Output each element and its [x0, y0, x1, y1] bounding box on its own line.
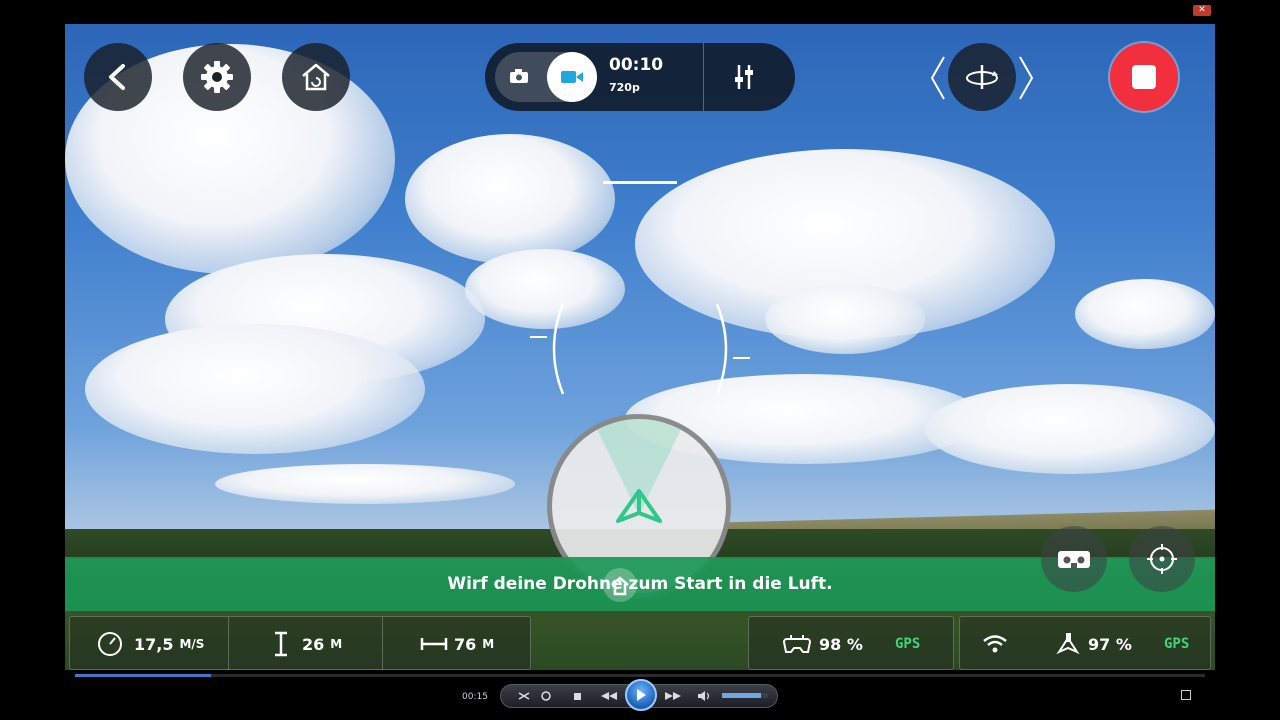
return-home-button[interactable]	[282, 43, 350, 111]
mode-toggle[interactable]	[495, 52, 597, 102]
play-button[interactable]	[625, 679, 657, 711]
altitude-value: 26	[302, 634, 325, 654]
attitude-reticle	[530, 303, 750, 395]
seek-progress-fill	[75, 674, 211, 677]
chevron-right-icon	[1019, 56, 1034, 100]
adjust-settings-button[interactable]	[720, 61, 768, 93]
distance-unit: M	[482, 637, 495, 651]
vr-headset-button[interactable]	[1041, 526, 1107, 592]
chevron-left-icon	[109, 64, 125, 90]
altitude-unit: M	[330, 637, 343, 651]
gamepad-icon	[783, 635, 811, 653]
home-marker-icon	[603, 568, 637, 602]
record-time: 00:10	[609, 55, 664, 75]
rewind-button[interactable]	[595, 689, 623, 703]
gear-icon	[201, 61, 233, 93]
drone-battery-icon	[1056, 633, 1080, 655]
seek-progress-bar[interactable]	[75, 674, 1205, 677]
volume-slider[interactable]	[722, 693, 768, 698]
distance-readout: 76 M	[420, 617, 494, 670]
capture-panel: 00:10 720p	[485, 43, 795, 111]
wifi-icon	[983, 635, 1007, 653]
target-tracking-button[interactable]	[1129, 526, 1195, 592]
elapsed-time: 00:15	[462, 692, 488, 702]
shuffle-button[interactable]	[517, 689, 531, 703]
play-icon	[637, 689, 646, 701]
altitude-icon	[275, 631, 287, 657]
flight-telemetry: 17,5 M/S 26 M 76 M	[69, 616, 531, 670]
speedometer-icon	[98, 632, 122, 656]
drone-status: 97 % GPS	[959, 616, 1211, 670]
stop-icon	[1132, 65, 1156, 89]
stop-square-icon	[573, 692, 581, 700]
speed-value: 17,5	[134, 634, 174, 654]
drone-battery-value: 97 %	[1088, 634, 1132, 654]
altitude-readout: 26 M	[274, 617, 342, 670]
speaker-icon	[698, 691, 710, 701]
orbit-icon	[966, 65, 998, 89]
pill-divider	[703, 43, 704, 111]
horizon-line	[603, 181, 677, 184]
distance-value: 76	[454, 634, 477, 654]
home-return-icon	[302, 63, 330, 91]
crosshair-icon	[1147, 544, 1177, 574]
volume-button[interactable]	[697, 689, 711, 703]
photo-mode-button[interactable]	[507, 64, 531, 88]
fullscreen-button[interactable]	[1181, 690, 1191, 700]
window-close-button[interactable]: ✕	[1193, 5, 1211, 16]
orbit-left-arrow[interactable]	[928, 55, 948, 101]
repeat-button[interactable]	[539, 689, 553, 703]
repeat-icon	[541, 691, 551, 701]
record-button[interactable]	[1110, 43, 1178, 111]
video-resolution: 720p	[609, 81, 640, 94]
speed-unit: M/S	[179, 637, 205, 651]
controller-battery-value: 98 %	[819, 634, 863, 654]
controller-gps-label: GPS	[895, 636, 921, 652]
volume-fill	[722, 693, 762, 698]
video-camera-icon	[561, 71, 583, 83]
orbit-right-arrow[interactable]	[1016, 55, 1036, 101]
camera-icon	[510, 69, 528, 83]
video-mode-button[interactable]	[547, 52, 597, 102]
speed-readout: 17,5 M/S	[96, 617, 204, 670]
drone-gps-label: GPS	[1164, 636, 1190, 652]
fast-forward-button[interactable]	[659, 689, 687, 703]
settings-button[interactable]	[183, 43, 251, 111]
vr-headset-icon	[1058, 551, 1090, 568]
distance-icon	[420, 638, 448, 650]
sliders-icon	[735, 65, 753, 89]
controller-status: 98 % GPS	[748, 616, 954, 670]
rewind-icon	[601, 692, 617, 700]
camera-viewport: 00:10 720p Wirf deine Drohne zum Start i…	[65, 24, 1215, 670]
banner-message: Wirf deine Drohne zum Start in die Luft.	[447, 574, 833, 594]
fast-forward-icon	[665, 692, 681, 700]
shuffle-icon	[518, 692, 530, 700]
stop-button[interactable]	[571, 689, 583, 703]
chevron-left-icon	[930, 56, 945, 100]
back-button[interactable]	[84, 43, 152, 111]
orbit-button[interactable]	[948, 43, 1016, 111]
